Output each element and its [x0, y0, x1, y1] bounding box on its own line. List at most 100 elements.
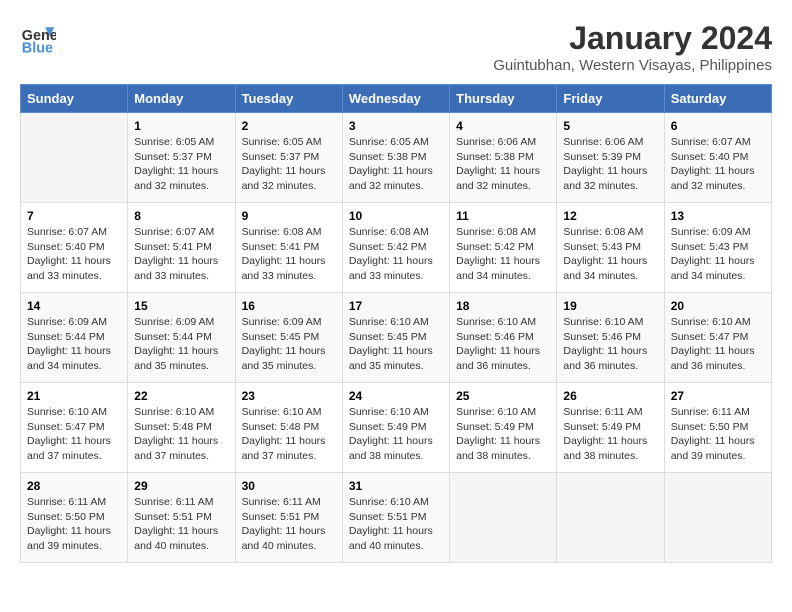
- day-info: Sunrise: 6:07 AM Sunset: 5:40 PM Dayligh…: [27, 225, 121, 284]
- calendar-week-row: 14 Sunrise: 6:09 AM Sunset: 5:44 PM Dayli…: [21, 293, 772, 383]
- day-info: Sunrise: 6:10 AM Sunset: 5:49 PM Dayligh…: [349, 405, 443, 464]
- calendar-week-row: 28 Sunrise: 6:11 AM Sunset: 5:50 PM Dayli…: [21, 473, 772, 563]
- day-number: 6: [671, 119, 765, 133]
- day-number: 1: [134, 119, 228, 133]
- calendar-cell: 19 Sunrise: 6:10 AM Sunset: 5:46 PM Dayli…: [557, 293, 664, 383]
- day-number: 10: [349, 209, 443, 223]
- day-info: Sunrise: 6:11 AM Sunset: 5:50 PM Dayligh…: [671, 405, 765, 464]
- day-number: 2: [242, 119, 336, 133]
- day-number: 19: [563, 299, 657, 313]
- calendar-cell: 26 Sunrise: 6:11 AM Sunset: 5:49 PM Dayli…: [557, 383, 664, 473]
- calendar-week-row: 7Sunrise: 6:07 AM Sunset: 5:40 PM Daylig…: [21, 203, 772, 293]
- header-day: Sunday: [21, 85, 128, 113]
- calendar-cell: 4 Sunrise: 6:06 AM Sunset: 5:38 PM Daylig…: [450, 113, 557, 203]
- calendar-cell: 27 Sunrise: 6:11 AM Sunset: 5:50 PM Dayli…: [664, 383, 771, 473]
- calendar-cell: [664, 473, 771, 563]
- day-number: 15: [134, 299, 228, 313]
- day-info: Sunrise: 6:08 AM Sunset: 5:42 PM Dayligh…: [456, 225, 550, 284]
- day-info: Sunrise: 6:05 AM Sunset: 5:37 PM Dayligh…: [134, 135, 228, 194]
- calendar-cell: 7Sunrise: 6:07 AM Sunset: 5:40 PM Daylig…: [21, 203, 128, 293]
- page-subtitle: Guintubhan, Western Visayas, Philippines: [493, 57, 772, 74]
- calendar-cell: 13Sunrise: 6:09 AM Sunset: 5:43 PM Dayli…: [664, 203, 771, 293]
- day-info: Sunrise: 6:08 AM Sunset: 5:41 PM Dayligh…: [242, 225, 336, 284]
- calendar-cell: 11 Sunrise: 6:08 AM Sunset: 5:42 PM Dayli…: [450, 203, 557, 293]
- calendar-cell: 24 Sunrise: 6:10 AM Sunset: 5:49 PM Dayli…: [342, 383, 449, 473]
- day-info: Sunrise: 6:06 AM Sunset: 5:38 PM Dayligh…: [456, 135, 550, 194]
- day-number: 26: [563, 389, 657, 403]
- calendar-body: 1 Sunrise: 6:05 AM Sunset: 5:37 PM Daylig…: [21, 113, 772, 563]
- header-day: Monday: [128, 85, 235, 113]
- day-number: 17: [349, 299, 443, 313]
- day-number: 27: [671, 389, 765, 403]
- calendar-cell: 12Sunrise: 6:08 AM Sunset: 5:43 PM Dayli…: [557, 203, 664, 293]
- day-info: Sunrise: 6:11 AM Sunset: 5:51 PM Dayligh…: [242, 495, 336, 554]
- calendar-cell: [21, 113, 128, 203]
- calendar-cell: 10 Sunrise: 6:08 AM Sunset: 5:42 PM Dayli…: [342, 203, 449, 293]
- day-info: Sunrise: 6:11 AM Sunset: 5:49 PM Dayligh…: [563, 405, 657, 464]
- day-info: Sunrise: 6:08 AM Sunset: 5:42 PM Dayligh…: [349, 225, 443, 284]
- day-info: Sunrise: 6:10 AM Sunset: 5:47 PM Dayligh…: [27, 405, 121, 464]
- title-area: January 2024 Guintubhan, Western Visayas…: [493, 20, 772, 74]
- day-info: Sunrise: 6:11 AM Sunset: 5:51 PM Dayligh…: [134, 495, 228, 554]
- day-info: Sunrise: 6:10 AM Sunset: 5:46 PM Dayligh…: [563, 315, 657, 374]
- calendar-header: SundayMondayTuesdayWednesdayThursdayFrid…: [21, 85, 772, 113]
- day-number: 5: [563, 119, 657, 133]
- calendar-cell: 20Sunrise: 6:10 AM Sunset: 5:47 PM Dayli…: [664, 293, 771, 383]
- day-number: 3: [349, 119, 443, 133]
- calendar-week-row: 1 Sunrise: 6:05 AM Sunset: 5:37 PM Daylig…: [21, 113, 772, 203]
- day-info: Sunrise: 6:10 AM Sunset: 5:48 PM Dayligh…: [242, 405, 336, 464]
- day-number: 14: [27, 299, 121, 313]
- day-info: Sunrise: 6:11 AM Sunset: 5:50 PM Dayligh…: [27, 495, 121, 554]
- calendar-cell: 8Sunrise: 6:07 AM Sunset: 5:41 PM Daylig…: [128, 203, 235, 293]
- day-info: Sunrise: 6:07 AM Sunset: 5:41 PM Dayligh…: [134, 225, 228, 284]
- day-info: Sunrise: 6:05 AM Sunset: 5:37 PM Dayligh…: [242, 135, 336, 194]
- day-info: Sunrise: 6:05 AM Sunset: 5:38 PM Dayligh…: [349, 135, 443, 194]
- calendar-cell: 22 Sunrise: 6:10 AM Sunset: 5:48 PM Dayli…: [128, 383, 235, 473]
- day-info: Sunrise: 6:10 AM Sunset: 5:48 PM Dayligh…: [134, 405, 228, 464]
- calendar-cell: 17Sunrise: 6:10 AM Sunset: 5:45 PM Dayli…: [342, 293, 449, 383]
- day-number: 30: [242, 479, 336, 493]
- logo: General Blue: [20, 20, 56, 56]
- day-number: 22: [134, 389, 228, 403]
- day-number: 4: [456, 119, 550, 133]
- day-number: 24: [349, 389, 443, 403]
- day-info: Sunrise: 6:10 AM Sunset: 5:51 PM Dayligh…: [349, 495, 443, 554]
- calendar-cell: 31 Sunrise: 6:10 AM Sunset: 5:51 PM Dayli…: [342, 473, 449, 563]
- day-number: 11: [456, 209, 550, 223]
- calendar-cell: 28 Sunrise: 6:11 AM Sunset: 5:50 PM Dayli…: [21, 473, 128, 563]
- day-number: 13: [671, 209, 765, 223]
- header-row: SundayMondayTuesdayWednesdayThursdayFrid…: [21, 85, 772, 113]
- page-title: January 2024: [493, 20, 772, 57]
- header-day: Saturday: [664, 85, 771, 113]
- calendar-cell: 25Sunrise: 6:10 AM Sunset: 5:49 PM Dayli…: [450, 383, 557, 473]
- header-day: Tuesday: [235, 85, 342, 113]
- calendar-cell: 18Sunrise: 6:10 AM Sunset: 5:46 PM Dayli…: [450, 293, 557, 383]
- calendar-cell: 21 Sunrise: 6:10 AM Sunset: 5:47 PM Dayli…: [21, 383, 128, 473]
- day-info: Sunrise: 6:09 AM Sunset: 5:44 PM Dayligh…: [27, 315, 121, 374]
- day-info: Sunrise: 6:09 AM Sunset: 5:44 PM Dayligh…: [134, 315, 228, 374]
- day-number: 12: [563, 209, 657, 223]
- day-info: Sunrise: 6:09 AM Sunset: 5:45 PM Dayligh…: [242, 315, 336, 374]
- day-info: Sunrise: 6:10 AM Sunset: 5:49 PM Dayligh…: [456, 405, 550, 464]
- header-day: Wednesday: [342, 85, 449, 113]
- day-number: 9: [242, 209, 336, 223]
- day-number: 31: [349, 479, 443, 493]
- calendar-cell: 23 Sunrise: 6:10 AM Sunset: 5:48 PM Dayli…: [235, 383, 342, 473]
- day-number: 28: [27, 479, 121, 493]
- day-info: Sunrise: 6:10 AM Sunset: 5:47 PM Dayligh…: [671, 315, 765, 374]
- day-number: 16: [242, 299, 336, 313]
- header-day: Friday: [557, 85, 664, 113]
- calendar-cell: 14 Sunrise: 6:09 AM Sunset: 5:44 PM Dayli…: [21, 293, 128, 383]
- calendar-cell: 1 Sunrise: 6:05 AM Sunset: 5:37 PM Daylig…: [128, 113, 235, 203]
- calendar-cell: 5Sunrise: 6:06 AM Sunset: 5:39 PM Daylig…: [557, 113, 664, 203]
- day-number: 23: [242, 389, 336, 403]
- day-number: 21: [27, 389, 121, 403]
- calendar-cell: 30 Sunrise: 6:11 AM Sunset: 5:51 PM Dayli…: [235, 473, 342, 563]
- calendar-cell: 15 Sunrise: 6:09 AM Sunset: 5:44 PM Dayli…: [128, 293, 235, 383]
- calendar-cell: 2 Sunrise: 6:05 AM Sunset: 5:37 PM Daylig…: [235, 113, 342, 203]
- header: General Blue January 2024 Guintubhan, We…: [20, 20, 772, 74]
- calendar-cell: 6Sunrise: 6:07 AM Sunset: 5:40 PM Daylig…: [664, 113, 771, 203]
- day-info: Sunrise: 6:10 AM Sunset: 5:46 PM Dayligh…: [456, 315, 550, 374]
- calendar-cell: [450, 473, 557, 563]
- svg-text:Blue: Blue: [22, 40, 53, 56]
